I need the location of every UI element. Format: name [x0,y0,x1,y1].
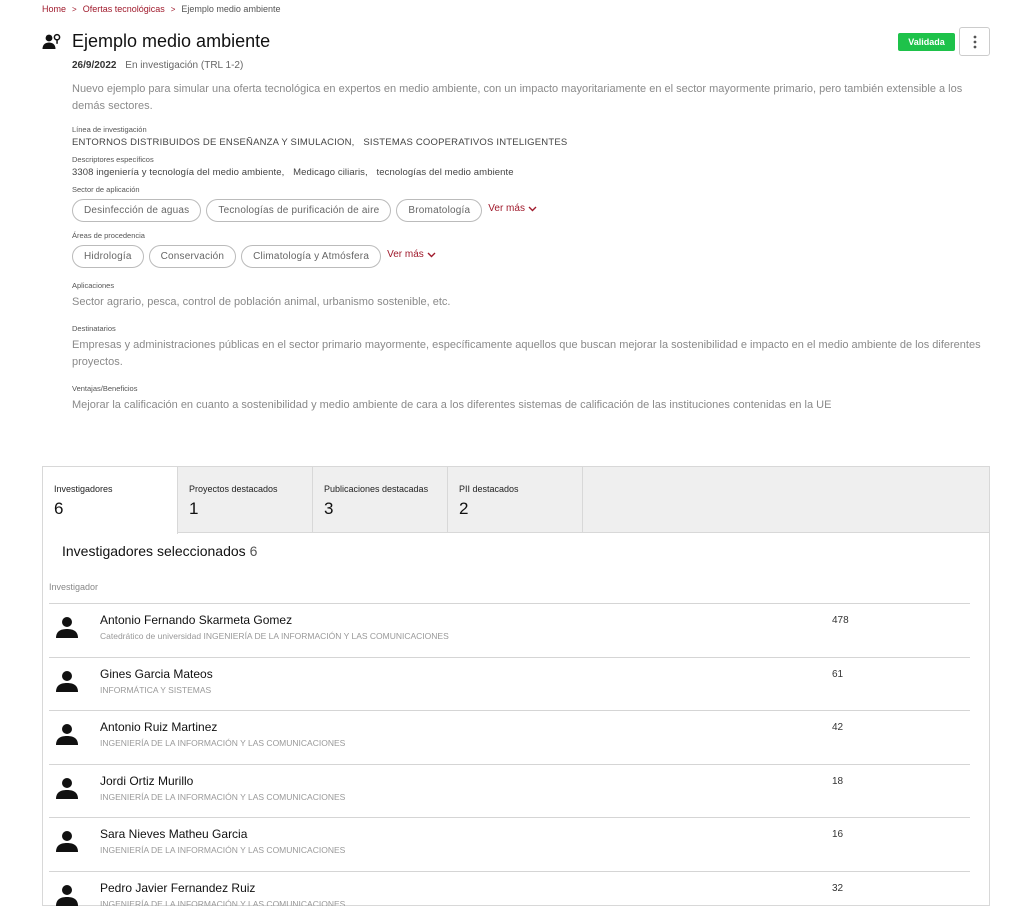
person-avatar-icon [56,617,78,638]
researcher-department: INGENIERÍA DE LA INFORMACIÓN Y LAS COMUN… [100,738,346,748]
researcher-metric: 16 [832,829,844,840]
tab-count: 6 [54,499,64,518]
researcher-metric: 61 [832,668,844,680]
tabs-bar: Investigadores 6 Proyectos destacados 1 … [43,467,989,534]
person-avatar-icon [56,670,78,692]
tab-publicaciones[interactable]: Publicaciones destacadas 3 [313,467,448,533]
descriptor-value: tecnologías del medio ambiente [376,167,514,178]
area-chip[interactable]: Conservación [148,245,237,268]
linea-value: ENTORNOS DISTRIBUIDOS DE ENSEÑANZA Y SIM… [72,137,355,148]
descriptores-values: 3308 ingeniería y tecnología del medio a… [72,167,990,178]
researcher-name[interactable]: Antonio Fernando Skarmeta Gomez [100,613,292,627]
destinatarios-text: Empresas y administraciones públicas en … [72,339,981,368]
tab-count: 1 [189,499,199,518]
areas-ver-mas-link[interactable]: Ver más [387,249,436,260]
person-avatar-icon [56,884,78,906]
sector-ver-mas-link[interactable]: Ver más [488,203,537,214]
offer-stage: En investigación (TRL 1-2) [125,60,244,71]
chevron-down-icon [528,206,537,211]
areas-label: Áreas de procedencia [72,231,145,240]
sector-chips: Desinfección de aguas Tecnologías de pur… [72,199,990,222]
person-avatar-icon [56,831,78,852]
column-header-investigador: Investigador [49,582,99,592]
tab-label: Proyectos destacados [189,484,278,494]
linea-label: Línea de investigación [72,125,147,134]
breadcrumb-current: Ejemplo medio ambiente [181,4,281,14]
researcher-metric: 32 [832,882,844,894]
researcher-name[interactable]: Sara Nieves Matheu Garcia [100,827,247,841]
kebab-menu-icon [973,35,976,48]
related-panel: Investigadores 6 Proyectos destacados 1 … [42,466,990,906]
offer-description: Nuevo ejemplo para simular una oferta te… [72,83,963,112]
section-title-count: 6 [249,543,258,559]
descriptores-label: Descriptores específicos [72,155,154,164]
descriptor-value: 3308 ingeniería y tecnología del medio a… [72,167,285,178]
researcher-name[interactable]: Jordi Ortiz Murillo [100,774,193,788]
tab-label: PII destacados [459,484,519,494]
researcher-name[interactable]: Pedro Javier Fernandez Ruiz [100,881,255,895]
researcher-name[interactable]: Gines Garcia Mateos [100,667,213,681]
researcher-list: Antonio Fernando Skarmeta Gomez Catedrát… [49,603,970,906]
offer-meta: 26/9/2022 En investigación (TRL 1-2) [72,60,243,71]
researcher-department: INGENIERÍA DE LA INFORMACIÓN Y LAS COMUN… [100,845,346,855]
researcher-metric: 478 [832,615,849,626]
ventajas-text: Mejorar la calificación en cuanto a sost… [72,399,832,411]
person-avatar-icon [56,777,78,799]
areas-chips: Hidrología Conservación Climatología y A… [72,245,990,268]
researcher-department: INFORMÁTICA Y SISTEMAS [100,684,212,695]
ventajas-label: Ventajas/Beneficios [72,384,138,393]
more-options-button[interactable] [959,27,990,56]
aplicaciones-label: Aplicaciones [72,281,115,290]
sector-chip[interactable]: Bromatología [396,199,483,222]
tab-count: 3 [324,499,334,518]
destinatarios-label: Destinatarios [72,324,116,333]
researcher-department: INGENIERÍA DE LA INFORMACIÓN Y LAS COMUN… [100,898,346,906]
breadcrumb: Home > Ofertas tecnológicas > Ejemplo me… [42,4,280,14]
researcher-metric: 42 [832,722,844,733]
offer-date: 26/9/2022 [72,60,117,71]
area-chip[interactable]: Climatología y Atmósfera [241,245,382,268]
sector-chip[interactable]: Desinfección de aguas [72,199,202,222]
section-title-label: Investigadores seleccionados [62,543,246,559]
status-badge: Validada [898,33,955,51]
researcher-row[interactable]: Jordi Ortiz Murillo INGENIERÍA DE LA INF… [49,763,970,818]
tab-pii[interactable]: PII destacados 2 [448,467,583,533]
breadcrumb-separator-icon: > [170,4,176,14]
tab-investigadores[interactable]: Investigadores 6 [43,467,178,534]
tab-proyectos[interactable]: Proyectos destacados 1 [178,467,313,533]
researcher-row[interactable]: Sara Nieves Matheu Garcia INGENIERÍA DE … [49,817,970,871]
researcher-row[interactable]: Gines Garcia Mateos INFORMÁTICA Y SISTEM… [49,656,970,711]
tab-label: Publicaciones destacadas [324,484,429,494]
section-title: Investigadores seleccionados 6 [62,543,257,559]
person-avatar-icon [56,724,78,745]
tab-label: Investigadores [54,484,113,494]
researcher-row[interactable]: Antonio Fernando Skarmeta Gomez Catedrát… [49,603,970,657]
breadcrumb-home-link[interactable]: Home [42,4,66,14]
breadcrumb-ofertas-link[interactable]: Ofertas tecnológicas [83,4,165,14]
ver-mas-label: Ver más [488,203,525,214]
page-title: Ejemplo medio ambiente [72,31,271,51]
linea-values: ENTORNOS DISTRIBUIDOS DE ENSEÑANZA Y SIM… [72,137,990,148]
expert-user-icon [42,32,62,52]
sector-label: Sector de aplicación [72,185,140,194]
researcher-department: Catedrático de universidad INGENIERÍA DE… [100,631,449,641]
breadcrumb-separator-icon: > [72,4,77,14]
sector-chip[interactable]: Tecnologías de purificación de aire [206,199,392,222]
researcher-row[interactable]: Pedro Javier Fernandez Ruiz INGENIERÍA D… [49,870,970,906]
tab-count: 2 [459,499,469,518]
researcher-row[interactable]: Antonio Ruiz Martinez INGENIERÍA DE LA I… [49,710,970,764]
aplicaciones-text: Sector agrario, pesca, control de poblac… [72,296,451,308]
area-chip[interactable]: Hidrología [72,245,144,268]
linea-value: SISTEMAS COOPERATIVOS INTELIGENTES [363,137,568,148]
researcher-metric: 18 [832,775,844,787]
descriptor-value: Medicago ciliaris, [293,167,368,178]
researcher-name[interactable]: Antonio Ruiz Martinez [100,720,217,734]
chevron-down-icon [427,252,436,257]
offer-details: Nuevo ejemplo para simular una oferta te… [72,81,990,414]
title-row: Ejemplo medio ambiente [42,31,270,52]
researcher-department: INGENIERÍA DE LA INFORMACIÓN Y LAS COMUN… [100,791,346,802]
ver-mas-label: Ver más [387,249,424,260]
